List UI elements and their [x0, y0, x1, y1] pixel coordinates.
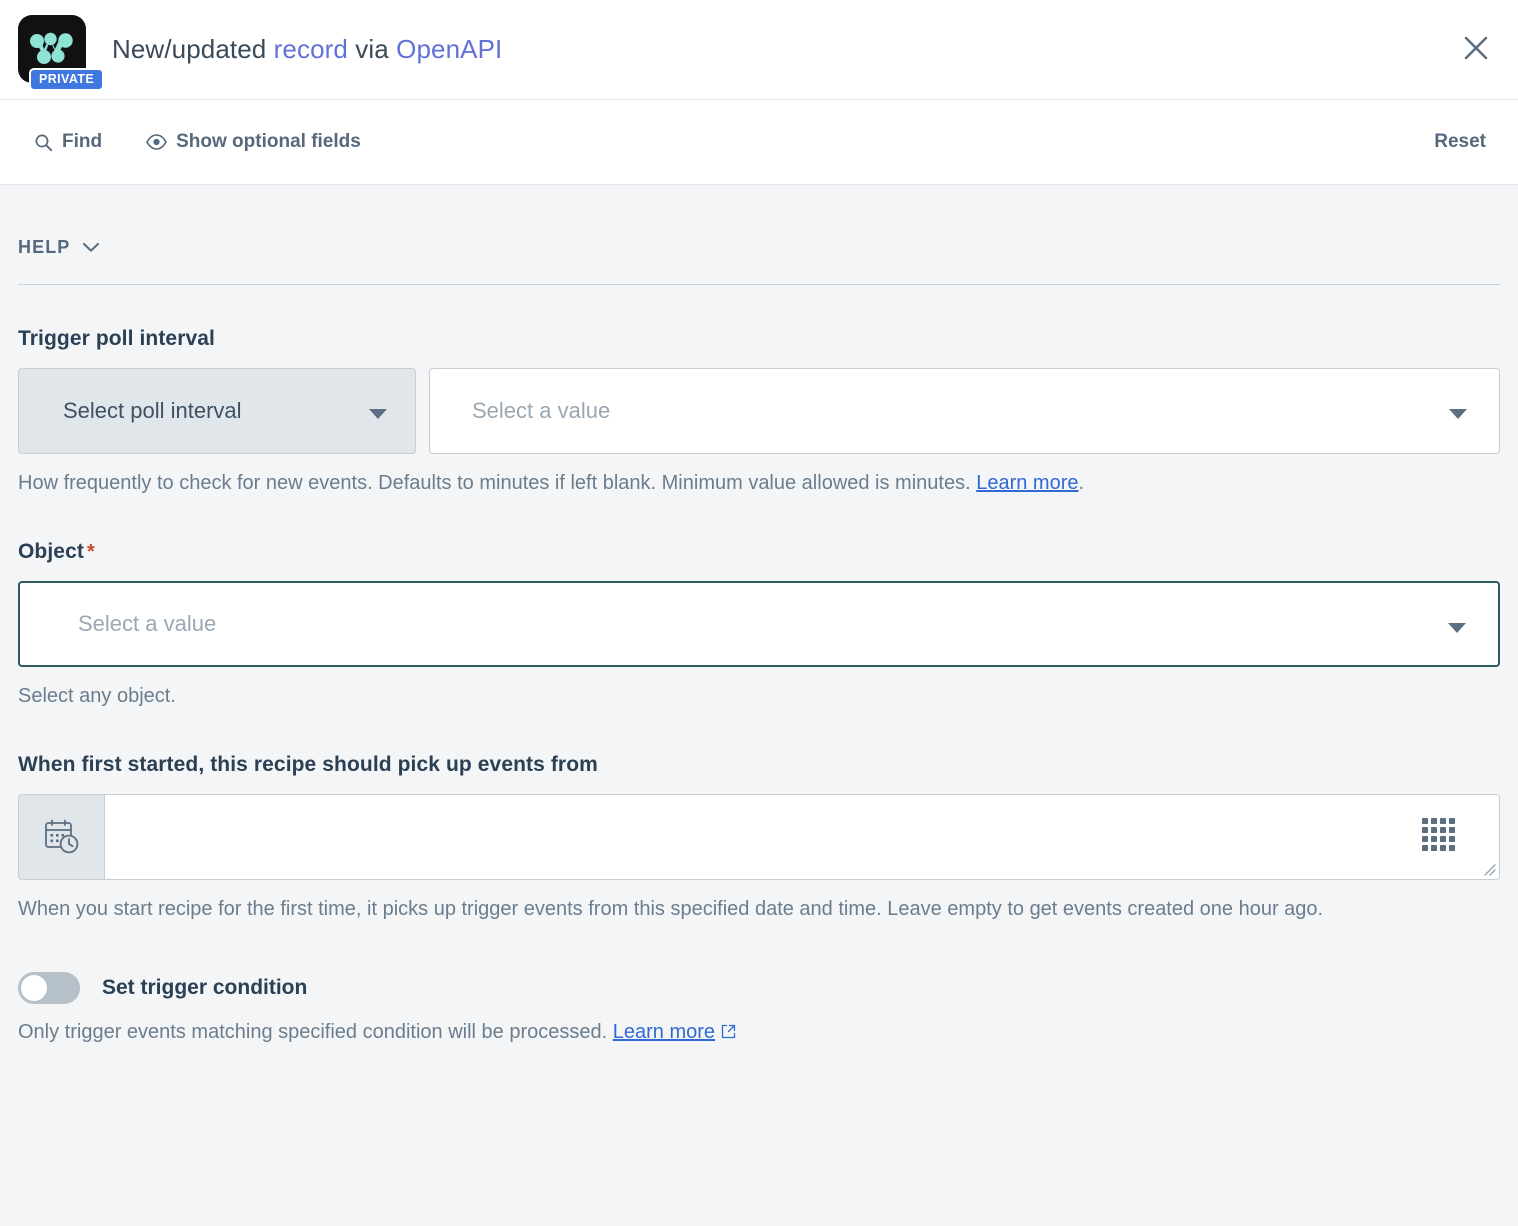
- help-divider: [18, 284, 1500, 285]
- date-picker-button[interactable]: [19, 795, 105, 879]
- trigger-condition-hint-text: Only trigger events matching specified c…: [18, 1021, 613, 1043]
- object-value-placeholder: Select a value: [62, 611, 216, 637]
- poll-interval-hint-text: How frequently to check for new events. …: [18, 472, 976, 494]
- field-pickup-events-from: When first started, this recipe should p…: [18, 753, 1500, 924]
- dialog-header: PRIVATE New/updated record via OpenAPI: [0, 0, 1518, 100]
- poll-interval-learn-more-link[interactable]: Learn more: [976, 472, 1078, 494]
- find-label: Find: [62, 131, 102, 153]
- poll-interval-hint: How frequently to check for new events. …: [18, 468, 1498, 498]
- pickup-from-hint: When you start recipe for the first time…: [18, 894, 1498, 924]
- field-trigger-poll-interval: Trigger poll interval Select poll interv…: [18, 327, 1500, 498]
- dialog-body: HELP Trigger poll interval Select poll i…: [0, 185, 1518, 1226]
- chevron-down-icon: [1449, 409, 1467, 419]
- close-icon: [1462, 34, 1490, 62]
- trigger-condition-learn-more-link[interactable]: Learn more: [613, 1021, 715, 1043]
- show-optional-fields-label: Show optional fields: [176, 131, 361, 153]
- poll-interval-value-input[interactable]: Select a value: [429, 368, 1500, 454]
- dialog-title: New/updated record via OpenAPI: [112, 34, 502, 65]
- set-trigger-condition-toggle[interactable]: [18, 972, 80, 1004]
- private-badge: PRIVATE: [29, 68, 104, 91]
- close-button[interactable]: [1454, 26, 1498, 70]
- poll-interval-hint-suffix: .: [1078, 472, 1084, 494]
- title-openapi-link[interactable]: OpenAPI: [396, 34, 502, 64]
- find-button[interactable]: Find: [32, 127, 104, 157]
- app-logo-container: PRIVATE: [18, 15, 90, 87]
- trigger-config-dialog: PRIVATE New/updated record via OpenAPI F…: [0, 0, 1518, 1226]
- calendar-clock-icon: [42, 817, 82, 857]
- set-trigger-condition-label: Set trigger condition: [102, 976, 307, 1000]
- poll-interval-unit-select[interactable]: Select poll interval: [18, 368, 416, 454]
- title-mid: via: [348, 34, 396, 64]
- eye-icon: [146, 134, 167, 150]
- search-icon: [34, 133, 53, 152]
- object-value-input[interactable]: Select a value: [18, 581, 1500, 667]
- object-label: Object*: [18, 540, 1500, 564]
- chevron-down-icon: [1448, 623, 1466, 633]
- trigger-condition-hint: Only trigger events matching specified c…: [18, 1017, 1498, 1048]
- help-toggle[interactable]: HELP: [18, 185, 100, 258]
- poll-interval-label: Trigger poll interval: [18, 327, 1500, 351]
- object-hint: Select any object.: [18, 681, 1498, 711]
- required-asterisk: *: [87, 541, 95, 563]
- help-label: HELP: [18, 237, 70, 258]
- toggle-knob: [21, 975, 47, 1001]
- datapill-grid-icon[interactable]: [1421, 817, 1457, 858]
- dialog-toolbar: Find Show optional fields Reset: [0, 100, 1518, 185]
- poll-interval-value-placeholder: Select a value: [472, 398, 610, 424]
- pickup-from-text-input[interactable]: [105, 795, 1499, 879]
- poll-interval-row: Select poll interval Select a value: [18, 368, 1500, 454]
- reset-button[interactable]: Reset: [1432, 127, 1488, 157]
- show-optional-fields-button[interactable]: Show optional fields: [144, 127, 363, 157]
- chevron-down-icon: [82, 242, 100, 253]
- pickup-from-label: When first started, this recipe should p…: [18, 753, 1500, 777]
- external-link-icon: [721, 1022, 736, 1044]
- resize-handle[interactable]: [1480, 860, 1496, 876]
- title-record-link[interactable]: record: [274, 34, 348, 64]
- title-prefix: New/updated: [112, 34, 274, 64]
- trigger-condition-row: Set trigger condition: [18, 972, 1500, 1004]
- chevron-down-icon: [369, 409, 387, 419]
- field-object: Object* Select a value Select any object…: [18, 540, 1500, 711]
- pickup-from-field: [18, 794, 1500, 880]
- poll-interval-unit-text: Select poll interval: [63, 398, 242, 424]
- object-label-text: Object: [18, 540, 84, 563]
